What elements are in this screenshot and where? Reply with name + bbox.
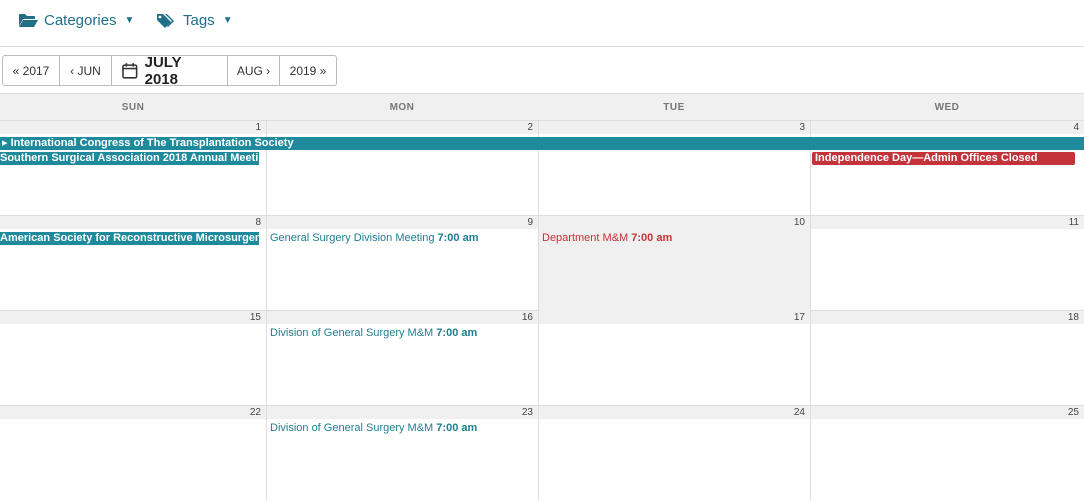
event-title: Division of General Surgery M&M — [270, 327, 434, 339]
day-number[interactable]: 9 — [527, 217, 533, 228]
prev-month-label: JUN — [77, 63, 101, 78]
day-number[interactable]: 10 — [794, 217, 805, 228]
event-title: Southern Surgical Association 2018 Annua… — [0, 152, 259, 164]
event-asrm[interactable]: American Society for Reconstructive Micr… — [0, 232, 259, 245]
next-year-label: 2019 — [289, 63, 317, 78]
double-chevron-right-icon: » — [316, 63, 327, 78]
event-title: Independence Day—Admin Offices Closed — [815, 152, 1038, 164]
day-number[interactable]: 16 — [522, 312, 533, 323]
event-title: General Surgery Division Meeting — [270, 232, 435, 244]
event-department-mm[interactable]: Department M&M 7:00 am — [542, 232, 672, 244]
day-number[interactable]: 1 — [255, 122, 261, 133]
next-year-button[interactable]: 2019 » — [280, 56, 336, 85]
caret-right-icon: ▸ — [2, 137, 8, 149]
day-number[interactable]: 4 — [1073, 122, 1079, 133]
event-time: 7:00 am — [436, 422, 478, 434]
caret-down-icon: ▼ — [222, 15, 233, 26]
categories-label: Categories — [44, 12, 117, 29]
chevron-left-icon: ‹ — [70, 63, 78, 78]
tags-menu[interactable]: Tags ▼ — [157, 12, 233, 29]
caret-down-icon: ▼ — [124, 15, 135, 26]
next-month-label: AUG — [236, 63, 263, 78]
day-cell[interactable]: 22 — [0, 406, 267, 501]
month-navigation: « 2017 ‹ JUN JULY 2018 AUG › 2019 » — [2, 53, 337, 88]
day-number[interactable]: 18 — [1068, 312, 1079, 323]
day-of-week-header: SUN MON TUE WED — [0, 93, 1084, 121]
double-chevron-left-icon: « — [12, 63, 23, 78]
event-time: 7:00 am — [631, 232, 673, 244]
day-cell[interactable]: 16 — [267, 311, 539, 406]
event-title: International Congress of The Transplant… — [10, 137, 294, 149]
event-title: Division of General Surgery M&M — [270, 422, 434, 434]
day-number[interactable]: 2 — [527, 122, 533, 133]
current-month-label: JULY 2018 — [144, 53, 182, 88]
day-number[interactable]: 17 — [794, 312, 805, 323]
event-independence-day[interactable]: Independence Day—Admin Offices Closed — [812, 152, 1075, 165]
day-cell-today[interactable]: 10 — [539, 216, 811, 311]
prev-year-button[interactable]: « 2017 — [3, 56, 60, 85]
dow-sun: SUN — [121, 102, 145, 113]
top-menu-bar: Categories ▼ Tags ▼ — [0, 0, 1084, 47]
dow-tue: TUE — [663, 102, 685, 113]
prev-year-label: 2017 — [22, 63, 50, 78]
day-number[interactable]: 22 — [250, 407, 261, 418]
day-number[interactable]: 11 — [1069, 217, 1079, 228]
week-row: 8 9 10 11 American Society for Reconstru… — [0, 216, 1084, 311]
event-southern-surgical[interactable]: Southern Surgical Association 2018 Annua… — [0, 152, 259, 165]
calendar-grid: SUN MON TUE WED 1 2 3 4 ▸ International … — [0, 93, 1084, 501]
dow-wed: WED — [934, 102, 960, 113]
event-division-general-surgery-mm[interactable]: Division of General Surgery M&M 7:00 am — [270, 327, 477, 339]
tags-label: Tags — [183, 12, 215, 29]
day-cell[interactable]: 25 — [811, 406, 1084, 501]
day-cell[interactable]: 2 — [267, 121, 539, 216]
day-cell[interactable]: 23 — [267, 406, 539, 501]
current-month-button[interactable]: JULY 2018 — [112, 53, 228, 88]
day-number[interactable]: 15 — [250, 312, 261, 323]
day-cell[interactable]: 4 — [811, 121, 1084, 216]
day-cell[interactable]: 17 — [539, 311, 811, 406]
day-cell[interactable]: 3 — [539, 121, 811, 216]
prev-month-button[interactable]: ‹ JUN — [60, 56, 112, 85]
day-cell[interactable]: 18 — [811, 311, 1084, 406]
day-cell[interactable]: 11 — [811, 216, 1084, 311]
day-cell[interactable]: 8 — [0, 216, 267, 311]
day-number[interactable]: 3 — [799, 122, 805, 133]
week-row: 22 23 24 25 Division of General Surgery … — [0, 406, 1084, 501]
week-row: 15 16 17 18 Division of General Surgery … — [0, 311, 1084, 406]
day-number[interactable]: 23 — [522, 407, 533, 418]
tags-icon — [157, 13, 174, 28]
event-title: Department M&M — [542, 232, 629, 244]
day-cell[interactable]: 24 — [539, 406, 811, 501]
event-general-surgery-division[interactable]: General Surgery Division Meeting 7:00 am — [270, 232, 479, 244]
categories-menu[interactable]: Categories ▼ — [18, 12, 134, 29]
day-cell[interactable]: 9 — [267, 216, 539, 311]
day-number[interactable]: 8 — [255, 217, 261, 228]
day-cell[interactable]: 1 — [0, 121, 267, 216]
chevron-right-icon: › — [262, 63, 271, 78]
event-division-general-surgery-mm[interactable]: Division of General Surgery M&M 7:00 am — [270, 422, 477, 434]
day-number[interactable]: 25 — [1068, 407, 1079, 418]
event-time: 7:00 am — [436, 327, 478, 339]
day-number[interactable]: 24 — [794, 407, 805, 418]
next-month-button[interactable]: AUG › — [228, 56, 280, 85]
folder-open-icon — [19, 14, 38, 27]
day-cell[interactable]: 15 — [0, 311, 267, 406]
event-transplantation-congress[interactable]: ▸ International Congress of The Transpla… — [0, 137, 1084, 150]
calendar-icon — [122, 63, 138, 79]
event-title: American Society for Reconstructive Micr… — [0, 232, 259, 244]
event-time: 7:00 am — [437, 232, 479, 244]
dow-mon: MON — [389, 102, 415, 113]
week-row: 1 2 3 4 ▸ International Congress of The … — [0, 121, 1084, 216]
